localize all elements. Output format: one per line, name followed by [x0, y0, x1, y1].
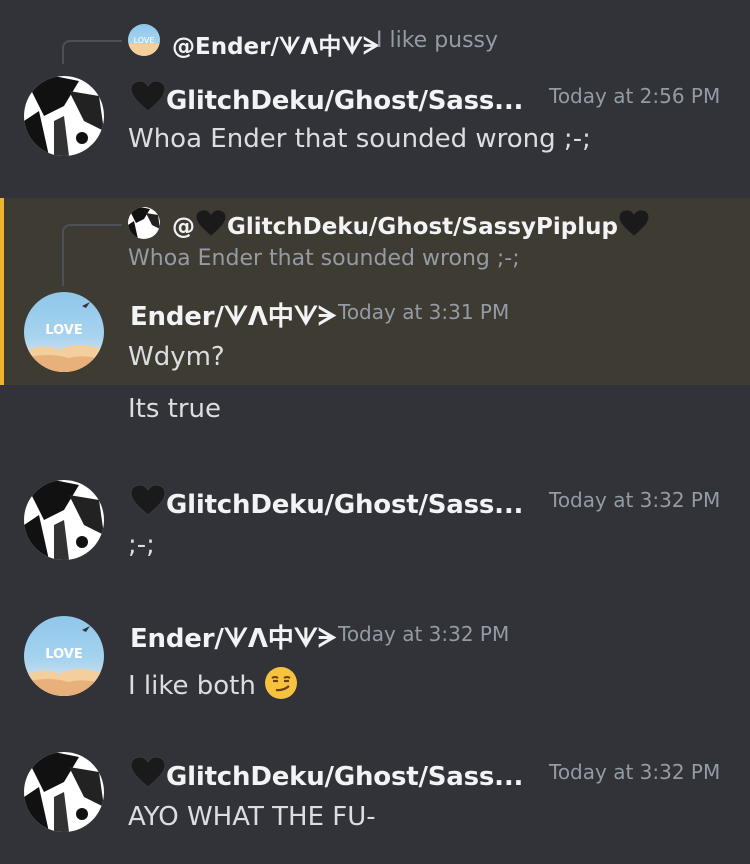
avatar-glitchdeku[interactable] — [24, 752, 104, 832]
svg-text:LOVE: LOVE — [45, 323, 82, 338]
message-text: Whoa Ender that sounded wrong ;-; — [128, 124, 591, 154]
message-text: ;-; — [128, 530, 155, 560]
reply-mention[interactable]: @ GlitchDeku/Ghost/SassyPiplup — [172, 209, 650, 243]
avatar-glitchdeku[interactable] — [24, 480, 104, 560]
reply-avatar-ender[interactable]: LOVE — [128, 24, 160, 56]
author-name[interactable]: GlitchDeku/Ghost/Sass... — [130, 80, 523, 119]
message-text: Wdym? — [128, 342, 225, 372]
message-text: AYO WHAT THE FU- — [128, 802, 376, 832]
reply-spine — [62, 224, 122, 286]
avatar-ender[interactable]: LOVE — [24, 292, 104, 372]
author-name[interactable]: Ender/ᗐᐱ中ᗐᗒ — [130, 296, 337, 333]
black-heart-icon — [130, 484, 166, 523]
avatar-glitchdeku[interactable] — [24, 76, 104, 156]
message-text: Its true — [128, 394, 222, 424]
reply-mention[interactable]: @Ender/ᗐᐱ中ᗐᗒ — [172, 27, 380, 61]
black-heart-icon — [130, 756, 166, 795]
reply-preview[interactable]: I like pussy — [376, 28, 498, 53]
message-text: I like both — [128, 666, 298, 707]
timestamp[interactable]: Today at 3:31 PM — [338, 300, 509, 324]
avatar-ender[interactable]: LOVE — [24, 616, 104, 696]
author-name[interactable]: GlitchDeku/Ghost/Sass... — [130, 756, 523, 795]
author-name[interactable]: GlitchDeku/Ghost/Sass... — [130, 484, 523, 523]
timestamp[interactable]: Today at 2:56 PM — [549, 84, 720, 108]
reply-preview[interactable]: Whoa Ender that sounded wrong ;-; — [128, 246, 520, 271]
smirk-emoji-icon — [264, 666, 298, 707]
svg-text:LOVE: LOVE — [134, 36, 155, 45]
timestamp[interactable]: Today at 3:32 PM — [549, 488, 720, 512]
timestamp[interactable]: Today at 3:32 PM — [338, 622, 509, 646]
black-heart-icon — [195, 209, 227, 243]
reply-spine — [62, 40, 122, 64]
mention-highlight-bar — [0, 198, 4, 385]
black-heart-icon — [618, 209, 650, 243]
author-name[interactable]: Ender/ᗐᐱ中ᗐᗒ — [130, 618, 337, 655]
svg-text:LOVE: LOVE — [45, 647, 82, 662]
reply-avatar-glitchdeku[interactable] — [128, 207, 160, 239]
black-heart-icon — [130, 80, 166, 119]
timestamp[interactable]: Today at 3:32 PM — [549, 760, 720, 784]
